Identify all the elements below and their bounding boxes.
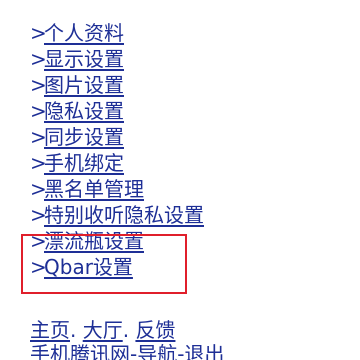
menu-item-label: 手机绑定	[44, 151, 124, 175]
highlight-box	[21, 234, 187, 294]
footer-nav: 主页. 大厅. 反馈	[30, 318, 360, 342]
home-link[interactable]: 主页	[30, 318, 70, 342]
menu-item-sync-settings[interactable]: >同步设置	[30, 124, 204, 150]
menu-item-label: 特别收听隐私设置	[44, 203, 204, 227]
arrow-icon: >	[30, 47, 47, 71]
menu-item-label: 图片设置	[44, 73, 124, 97]
menu-item-label: 同步设置	[44, 125, 124, 149]
feedback-link[interactable]: 反馈	[135, 318, 175, 342]
menu-item-label: 黑名单管理	[44, 177, 144, 201]
arrow-icon: >	[30, 203, 47, 227]
menu-item-profile[interactable]: >个人资料	[30, 20, 204, 46]
arrow-icon: >	[30, 73, 47, 97]
menu-item-display-settings[interactable]: >显示设置	[30, 46, 204, 72]
menu-item-label: 显示设置	[44, 47, 124, 71]
menu-item-blacklist[interactable]: >黑名单管理	[30, 176, 204, 202]
arrow-icon: >	[30, 99, 47, 123]
arrow-icon: >	[30, 151, 47, 175]
menu-item-image-settings[interactable]: >图片设置	[30, 72, 204, 98]
arrow-icon: >	[30, 177, 47, 201]
separator: .	[70, 318, 77, 342]
footer-links-line2[interactable]: 手机腾讯网-导航-退出	[30, 342, 224, 360]
menu-item-label: 个人资料	[44, 21, 124, 45]
menu-item-special-listen-privacy[interactable]: >特别收听隐私设置	[30, 202, 204, 228]
hall-link[interactable]: 大厅	[83, 318, 123, 342]
settings-screen: >个人资料 >显示设置 >图片设置 >隐私设置 >同步设置 >手机绑定 >黑名单…	[0, 0, 360, 360]
arrow-icon: >	[30, 21, 47, 45]
menu-item-privacy-settings[interactable]: >隐私设置	[30, 98, 204, 124]
arrow-icon: >	[30, 125, 47, 149]
menu-item-phone-binding[interactable]: >手机绑定	[30, 150, 204, 176]
separator: .	[122, 318, 130, 342]
menu-item-label: 隐私设置	[44, 99, 124, 123]
